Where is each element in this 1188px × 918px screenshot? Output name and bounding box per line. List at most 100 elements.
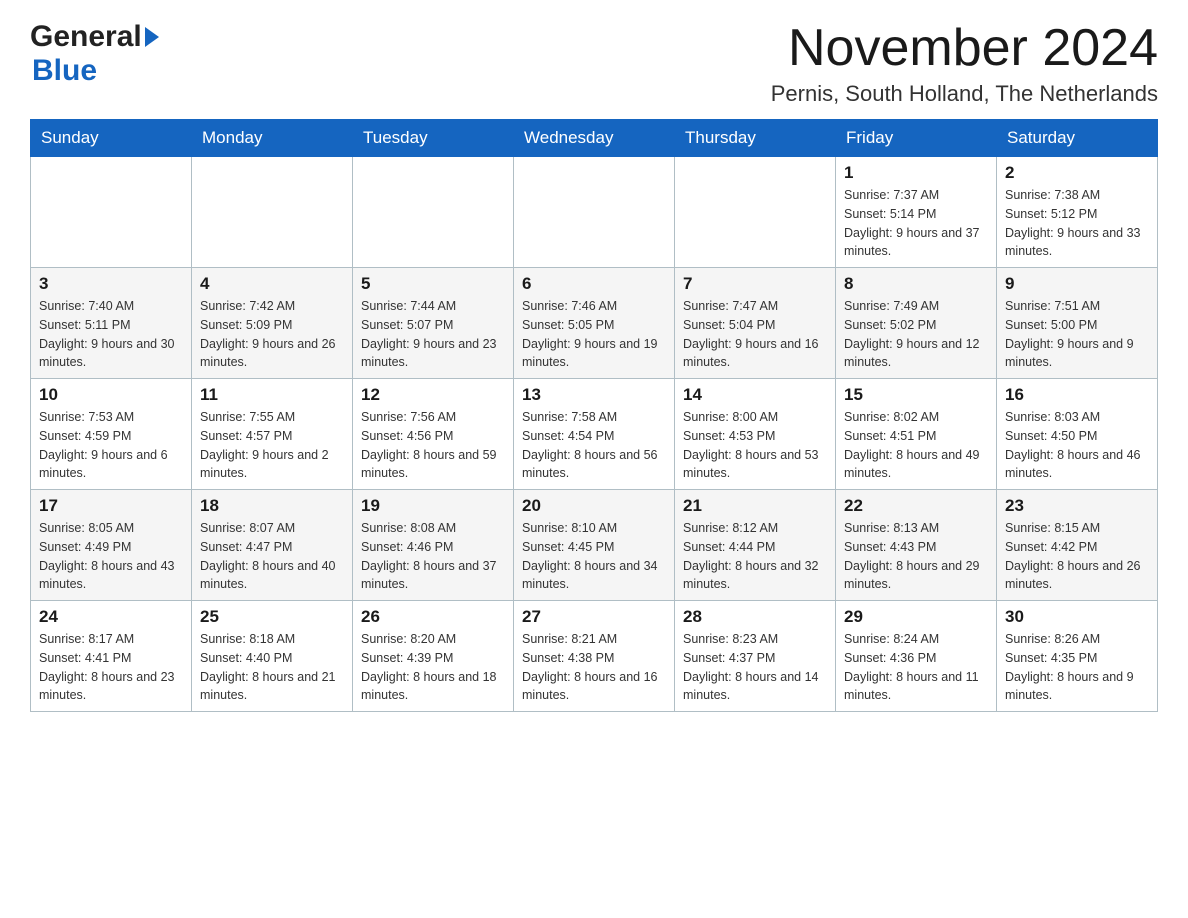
calendar-cell: 11 Sunrise: 7:55 AMSunset: 4:57 PMDayligh… (192, 379, 353, 490)
calendar-week-row: 10 Sunrise: 7:53 AMSunset: 4:59 PMDayligh… (31, 379, 1158, 490)
calendar-cell: 25 Sunrise: 8:18 AMSunset: 4:40 PMDayligh… (192, 601, 353, 712)
day-number: 7 (683, 274, 827, 294)
day-number: 17 (39, 496, 183, 516)
day-number: 23 (1005, 496, 1149, 516)
weekday-header-sunday: Sunday (31, 120, 192, 157)
weekday-header-thursday: Thursday (675, 120, 836, 157)
calendar-header: SundayMondayTuesdayWednesdayThursdayFrid… (31, 120, 1158, 157)
month-year-title: November 2024 (771, 20, 1158, 77)
calendar-body: 1Sunrise: 7:37 AMSunset: 5:14 PMDaylight… (31, 157, 1158, 712)
day-number: 19 (361, 496, 505, 516)
calendar-cell: 1Sunrise: 7:37 AMSunset: 5:14 PMDaylight… (836, 157, 997, 268)
calendar-cell: 2Sunrise: 7:38 AMSunset: 5:12 PMDaylight… (997, 157, 1158, 268)
day-info: Sunrise: 7:46 AMSunset: 5:05 PMDaylight:… (522, 297, 666, 372)
calendar-cell: 5Sunrise: 7:44 AMSunset: 5:07 PMDaylight… (353, 268, 514, 379)
logo-arrow-icon (145, 27, 159, 47)
day-number: 2 (1005, 163, 1149, 183)
calendar-cell: 29 Sunrise: 8:24 AMSunset: 4:36 PMDayligh… (836, 601, 997, 712)
day-number: 28 (683, 607, 827, 627)
day-number: 9 (1005, 274, 1149, 294)
day-info: Sunrise: 7:53 AMSunset: 4:59 PMDaylight:… (39, 408, 183, 483)
location-subtitle: Pernis, South Holland, The Netherlands (771, 81, 1158, 107)
weekday-header-friday: Friday (836, 120, 997, 157)
day-number: 14 (683, 385, 827, 405)
calendar-cell (192, 157, 353, 268)
day-number: 15 (844, 385, 988, 405)
day-number: 13 (522, 385, 666, 405)
day-number: 21 (683, 496, 827, 516)
day-info: Sunrise: 8:17 AMSunset: 4:41 PMDaylight:… (39, 630, 183, 705)
weekday-header-monday: Monday (192, 120, 353, 157)
day-number: 20 (522, 496, 666, 516)
day-info: Sunrise: 7:55 AMSunset: 4:57 PMDaylight:… (200, 408, 344, 483)
calendar-cell: 16 Sunrise: 8:03 AMSunset: 4:50 PMDayligh… (997, 379, 1158, 490)
calendar-cell: 23 Sunrise: 8:15 AMSunset: 4:42 PMDayligh… (997, 490, 1158, 601)
day-number: 12 (361, 385, 505, 405)
calendar-cell: 26Sunrise: 8:20 AMSunset: 4:39 PMDayligh… (353, 601, 514, 712)
calendar-cell: 15 Sunrise: 8:02 AMSunset: 4:51 PMDayligh… (836, 379, 997, 490)
calendar-cell: 17 Sunrise: 8:05 AMSunset: 4:49 PMDayligh… (31, 490, 192, 601)
day-info: Sunrise: 8:08 AMSunset: 4:46 PMDaylight:… (361, 519, 505, 594)
logo-general-text: General (30, 20, 142, 54)
day-info: Sunrise: 8:24 AMSunset: 4:36 PMDaylight:… (844, 630, 988, 705)
day-info: Sunrise: 7:42 AMSunset: 5:09 PMDaylight:… (200, 297, 344, 372)
calendar-cell: 13 Sunrise: 7:58 AMSunset: 4:54 PMDayligh… (514, 379, 675, 490)
day-number: 10 (39, 385, 183, 405)
day-number: 25 (200, 607, 344, 627)
day-info: Sunrise: 7:51 AMSunset: 5:00 PMDaylight:… (1005, 297, 1149, 372)
day-number: 16 (1005, 385, 1149, 405)
calendar-cell: 24 Sunrise: 8:17 AMSunset: 4:41 PMDayligh… (31, 601, 192, 712)
day-info: Sunrise: 7:56 AMSunset: 4:56 PMDaylight:… (361, 408, 505, 483)
calendar-cell: 22Sunrise: 8:13 AMSunset: 4:43 PMDayligh… (836, 490, 997, 601)
day-info: Sunrise: 8:21 AMSunset: 4:38 PMDaylight:… (522, 630, 666, 705)
day-info: Sunrise: 8:05 AMSunset: 4:49 PMDaylight:… (39, 519, 183, 594)
day-number: 18 (200, 496, 344, 516)
day-info: Sunrise: 8:02 AMSunset: 4:51 PMDaylight:… (844, 408, 988, 483)
calendar-week-row: 3 Sunrise: 7:40 AMSunset: 5:11 PMDaylight… (31, 268, 1158, 379)
day-number: 5 (361, 274, 505, 294)
day-info: Sunrise: 7:58 AMSunset: 4:54 PMDaylight:… (522, 408, 666, 483)
day-info: Sunrise: 8:03 AMSunset: 4:50 PMDaylight:… (1005, 408, 1149, 483)
day-info: Sunrise: 8:18 AMSunset: 4:40 PMDaylight:… (200, 630, 344, 705)
calendar-cell: 7 Sunrise: 7:47 AMSunset: 5:04 PMDaylight… (675, 268, 836, 379)
weekday-header-tuesday: Tuesday (353, 120, 514, 157)
day-info: Sunrise: 8:26 AMSunset: 4:35 PMDaylight:… (1005, 630, 1149, 705)
day-number: 30 (1005, 607, 1149, 627)
page-header: General Blue November 2024 Pernis, South… (30, 20, 1158, 107)
calendar-week-row: 17 Sunrise: 8:05 AMSunset: 4:49 PMDayligh… (31, 490, 1158, 601)
calendar-cell: 19 Sunrise: 8:08 AMSunset: 4:46 PMDayligh… (353, 490, 514, 601)
calendar-cell (353, 157, 514, 268)
day-info: Sunrise: 8:12 AMSunset: 4:44 PMDaylight:… (683, 519, 827, 594)
calendar-cell: 8 Sunrise: 7:49 AMSunset: 5:02 PMDaylight… (836, 268, 997, 379)
day-number: 29 (844, 607, 988, 627)
day-info: Sunrise: 7:49 AMSunset: 5:02 PMDaylight:… (844, 297, 988, 372)
day-number: 3 (39, 274, 183, 294)
calendar-cell: 6 Sunrise: 7:46 AMSunset: 5:05 PMDaylight… (514, 268, 675, 379)
calendar-cell: 3 Sunrise: 7:40 AMSunset: 5:11 PMDaylight… (31, 268, 192, 379)
day-info: Sunrise: 8:10 AMSunset: 4:45 PMDaylight:… (522, 519, 666, 594)
day-info: Sunrise: 8:00 AMSunset: 4:53 PMDaylight:… (683, 408, 827, 483)
day-number: 27 (522, 607, 666, 627)
weekday-header-row: SundayMondayTuesdayWednesdayThursdayFrid… (31, 120, 1158, 157)
calendar-cell: 28Sunrise: 8:23 AMSunset: 4:37 PMDayligh… (675, 601, 836, 712)
day-info: Sunrise: 7:40 AMSunset: 5:11 PMDaylight:… (39, 297, 183, 372)
day-info: Sunrise: 8:15 AMSunset: 4:42 PMDaylight:… (1005, 519, 1149, 594)
calendar-cell: 14 Sunrise: 8:00 AMSunset: 4:53 PMDayligh… (675, 379, 836, 490)
calendar-cell: 30 Sunrise: 8:26 AMSunset: 4:35 PMDayligh… (997, 601, 1158, 712)
day-info: Sunrise: 8:13 AMSunset: 4:43 PMDaylight:… (844, 519, 988, 594)
day-number: 8 (844, 274, 988, 294)
calendar-cell: 12 Sunrise: 7:56 AMSunset: 4:56 PMDayligh… (353, 379, 514, 490)
calendar-cell: 9 Sunrise: 7:51 AMSunset: 5:00 PMDaylight… (997, 268, 1158, 379)
calendar-cell: 20 Sunrise: 8:10 AMSunset: 4:45 PMDayligh… (514, 490, 675, 601)
calendar-cell (514, 157, 675, 268)
calendar-cell: 10 Sunrise: 7:53 AMSunset: 4:59 PMDayligh… (31, 379, 192, 490)
day-number: 11 (200, 385, 344, 405)
weekday-header-saturday: Saturday (997, 120, 1158, 157)
day-info: Sunrise: 8:07 AMSunset: 4:47 PMDaylight:… (200, 519, 344, 594)
day-number: 6 (522, 274, 666, 294)
day-info: Sunrise: 7:47 AMSunset: 5:04 PMDaylight:… (683, 297, 827, 372)
calendar-week-row: 24 Sunrise: 8:17 AMSunset: 4:41 PMDayligh… (31, 601, 1158, 712)
day-info: Sunrise: 8:20 AMSunset: 4:39 PMDaylight:… (361, 630, 505, 705)
day-number: 24 (39, 607, 183, 627)
calendar-cell: 27 Sunrise: 8:21 AMSunset: 4:38 PMDayligh… (514, 601, 675, 712)
